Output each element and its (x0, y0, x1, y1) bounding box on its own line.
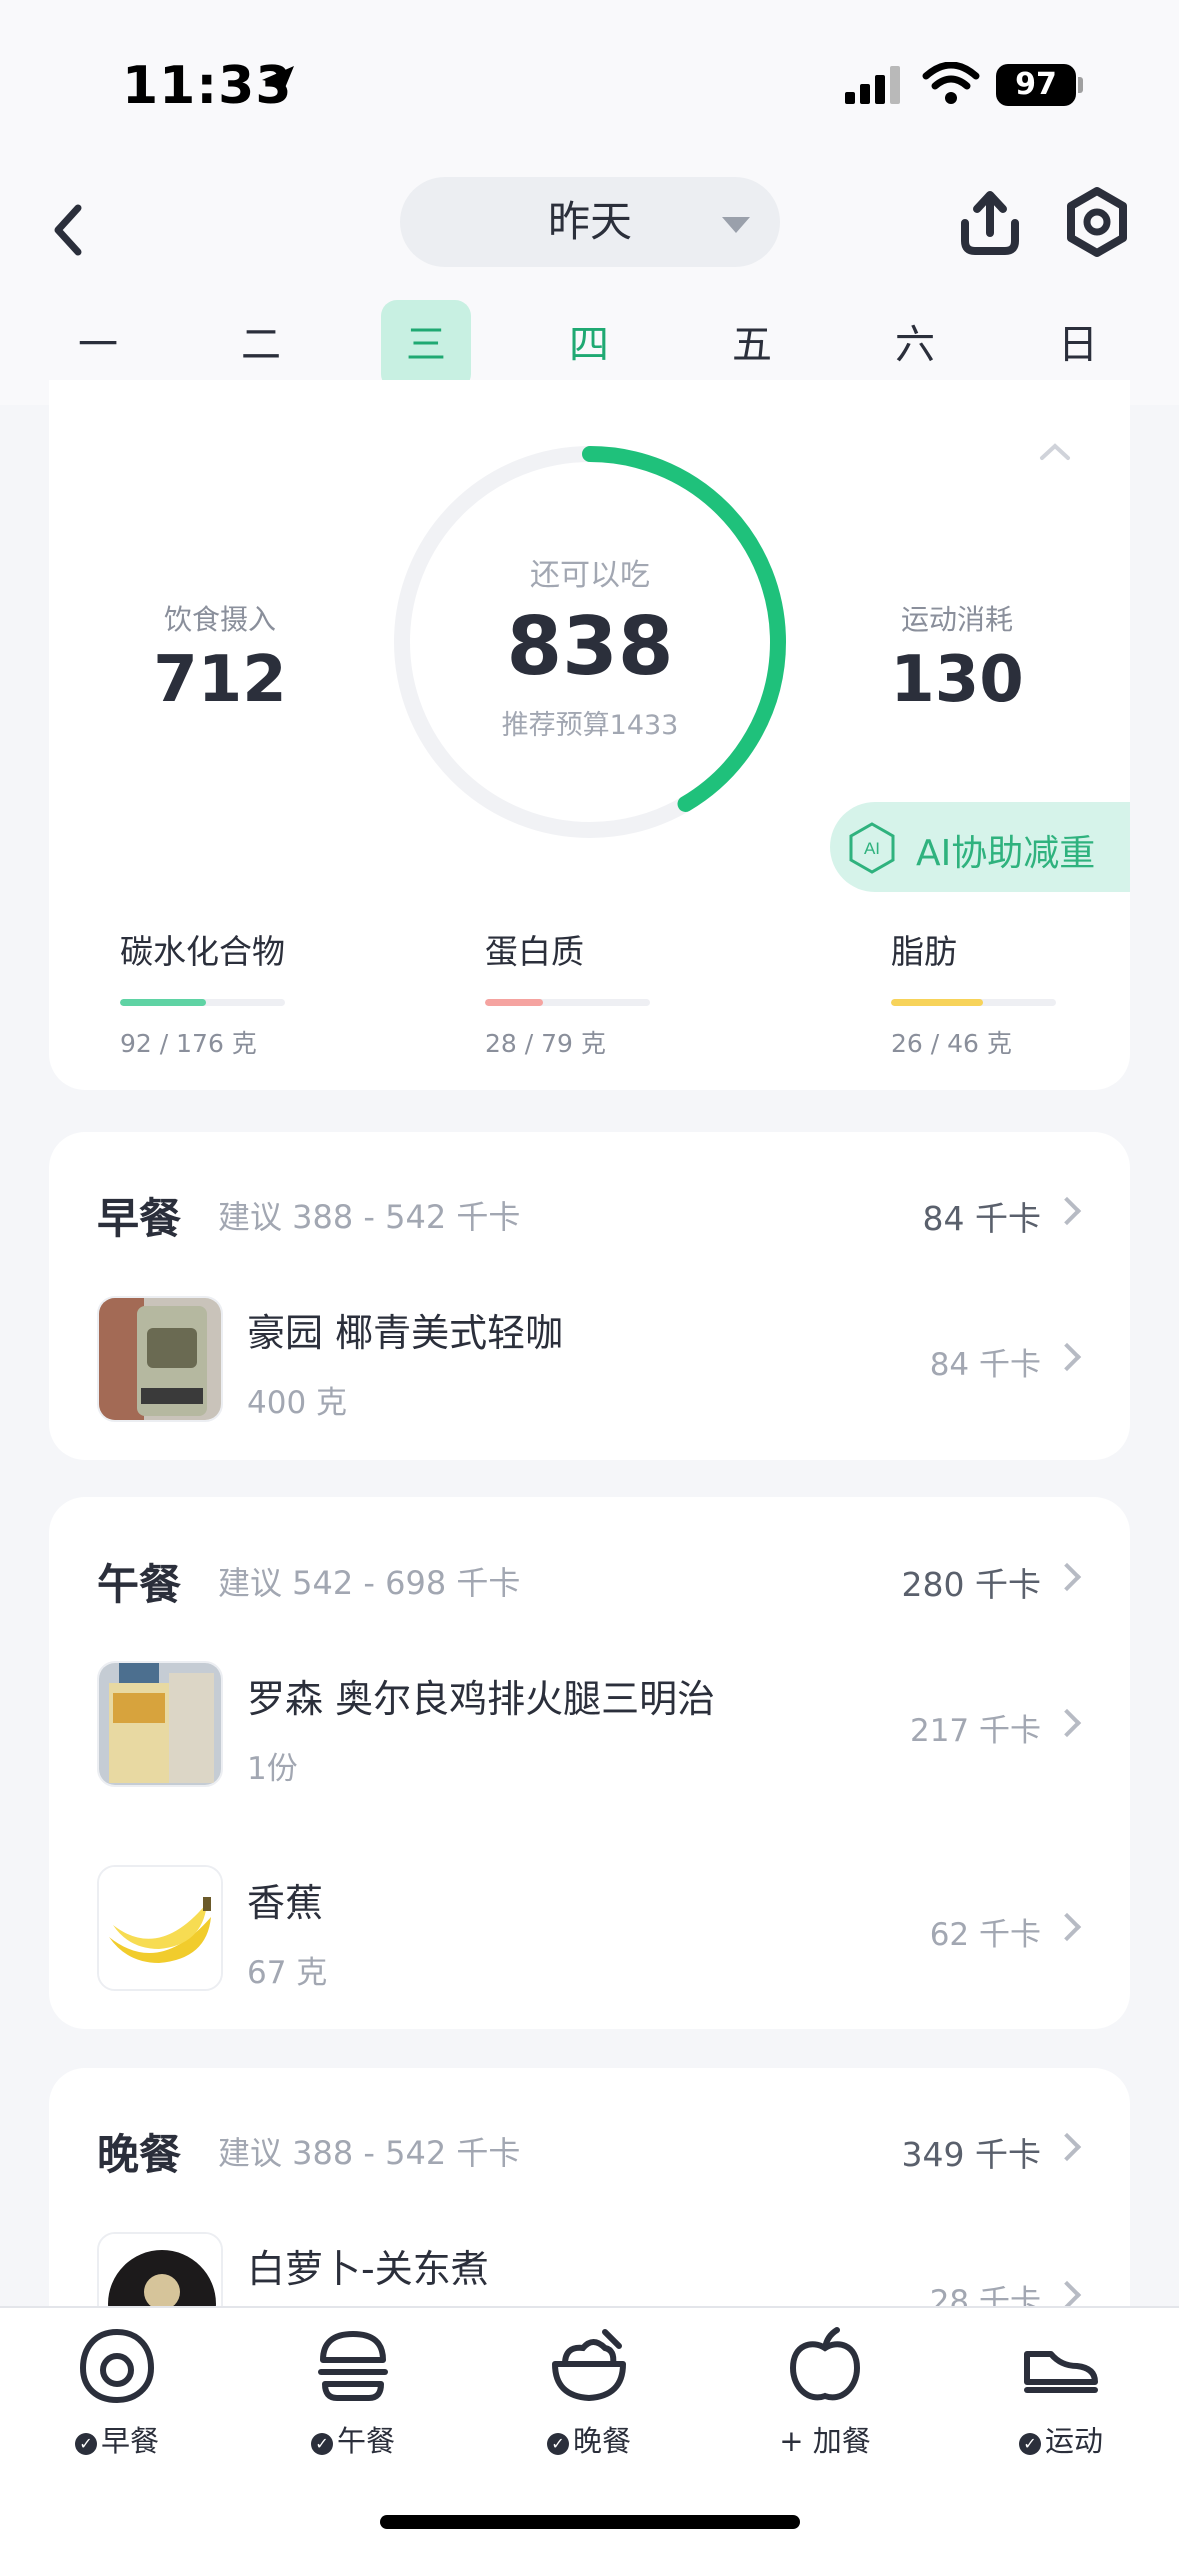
food-name[interactable]: 白萝卜-关东煮 (247, 2238, 489, 2293)
weekday-wed[interactable]: 三 (381, 300, 471, 390)
food-amount: 1份 (247, 1751, 298, 1787)
macro-fill (485, 999, 543, 1006)
weekday-mon[interactable]: 一 (53, 300, 143, 390)
meal-suggest-breakfast: 建议 388 - 542 千卡 (218, 1198, 521, 1236)
home-indicator (380, 2515, 800, 2529)
food-kcal: 84 千卡 (929, 1347, 1041, 1383)
tab-snack[interactable]: + 加餐 (730, 2318, 920, 2468)
macro-protein: 蛋白质 28 / 79 克 (485, 925, 785, 1060)
check-icon: ✓ (546, 2433, 569, 2455)
status-bar: 11:33 97 (0, 0, 1179, 160)
weekday-sat[interactable]: 六 (870, 300, 960, 390)
exercise-label: 运动消耗 (900, 603, 1013, 636)
ai-hexagon-icon: AI (849, 822, 895, 874)
tab-breakfast[interactable]: ✓ 早餐 (22, 2318, 212, 2468)
remaining-value: 838 (506, 600, 674, 693)
food-name[interactable]: 罗森 奥尔良鸡排火腿三明治 (247, 1668, 715, 1723)
egg-icon (79, 2328, 155, 2404)
weekday-fri[interactable]: 五 (707, 300, 797, 390)
weekday-sun[interactable]: 日 (1033, 300, 1123, 390)
macro-bar (891, 999, 1056, 1006)
macro-value: 28 / 79 克 (485, 1029, 606, 1058)
date-selector[interactable]: 昨天 (400, 177, 780, 267)
location-arrow-icon (262, 66, 294, 100)
meal-title-breakfast: 早餐 (97, 1194, 182, 1243)
tab-label: ✓ 午餐 (258, 2418, 448, 2460)
check-icon: ✓ (1018, 2433, 1041, 2455)
food-image-banana[interactable] (97, 1865, 223, 1991)
tab-exercise[interactable]: ✓ 运动 (966, 2318, 1156, 2468)
tab-label: ✓ 运动 (966, 2418, 1156, 2460)
tab-label: ✓ 晚餐 (494, 2418, 684, 2460)
intake-label: 饮食摄入 (163, 603, 276, 636)
meal-kcal-dinner[interactable]: 349 千卡 (841, 2128, 1041, 2176)
share-icon[interactable] (955, 185, 1025, 260)
weekday-thu[interactable]: 四 (544, 300, 634, 390)
meal-suggest-dinner: 建议 388 - 542 千卡 (218, 2134, 521, 2172)
header: 昨天 一 二 三 四 五 六 日 (0, 160, 1179, 405)
food-image-coffee[interactable] (97, 1296, 223, 1422)
macro-fat: 脂肪 26 / 46 克 (891, 925, 1179, 1060)
settings-gear-icon[interactable] (1062, 185, 1132, 260)
battery-indicator: 97 (996, 64, 1076, 106)
check-icon: ✓ (74, 2433, 97, 2455)
meal-kcal-lunch[interactable]: 280 千卡 (841, 1558, 1041, 1606)
back-chevron-icon[interactable] (40, 190, 100, 270)
tab-label: ✓ 早餐 (22, 2418, 212, 2460)
budget-label: 推荐预算1433 (501, 710, 679, 741)
tab-label: + 加餐 (779, 2424, 871, 2458)
wifi-icon (922, 62, 980, 104)
macro-carbs: 碳水化合物 92 / 176 克 (120, 925, 420, 1060)
collapse-chevron-icon[interactable] (1038, 440, 1072, 462)
weekday-selector: 一 二 三 四 五 六 日 (0, 300, 1179, 390)
food-amount: 67 克 (247, 1955, 328, 1991)
ai-button-label: AI协助减重 (916, 833, 1096, 874)
macro-fill (120, 999, 206, 1006)
diet-log-screen: 11:33 97 昨天 一 二 三 四 五 六 日 饮食摄入 712 还可以吃 … (0, 0, 1179, 2556)
food-amount: 400 克 (247, 1385, 348, 1421)
macro-bar (485, 999, 650, 1006)
food-kcal: 62 千卡 (929, 1917, 1041, 1953)
tab-dinner[interactable]: ✓ 晚餐 (494, 2318, 684, 2468)
rice-bowl-icon (552, 2329, 626, 2401)
food-image-sandwich[interactable] (97, 1661, 223, 1787)
ai-icon-text: AI (864, 839, 880, 858)
meal-title-dinner: 晚餐 (97, 2130, 182, 2179)
meal-suggest-lunch: 建议 542 - 698 千卡 (218, 1564, 521, 1602)
meal-title-lunch: 午餐 (97, 1560, 182, 1609)
macro-fill (891, 999, 984, 1006)
macro-name: 蛋白质 (485, 932, 584, 971)
ai-weight-loss-button[interactable]: AI AI协助减重 (830, 802, 1130, 892)
check-icon: ✓ (310, 2433, 333, 2455)
macro-bar (120, 999, 285, 1006)
macro-name: 脂肪 (891, 932, 957, 971)
food-name[interactable]: 豪园 椰青美式轻咖 (247, 1302, 563, 1357)
weekday-tue[interactable]: 二 (216, 300, 306, 390)
remaining-label: 还可以吃 (530, 558, 650, 593)
intake-value: 712 (153, 643, 287, 717)
tab-lunch[interactable]: ✓ 午餐 (258, 2318, 448, 2468)
food-kcal: 217 千卡 (909, 1713, 1041, 1749)
apple-icon (789, 2327, 861, 2401)
food-name[interactable]: 香蕉 (247, 1872, 323, 1927)
meal-kcal-breakfast[interactable]: 84 千卡 (841, 1192, 1041, 1240)
sneaker-icon (1024, 2351, 1098, 2393)
macro-value: 26 / 46 克 (891, 1029, 1012, 1058)
burger-icon (318, 2331, 388, 2401)
caret-down-icon (722, 217, 750, 233)
macro-name: 碳水化合物 (120, 932, 285, 971)
date-label: 昨天 (547, 197, 632, 246)
macro-value: 92 / 176 克 (120, 1029, 257, 1058)
cellular-signal-icon (845, 66, 900, 104)
battery-tip (1078, 77, 1083, 93)
exercise-value: 130 (890, 643, 1024, 717)
